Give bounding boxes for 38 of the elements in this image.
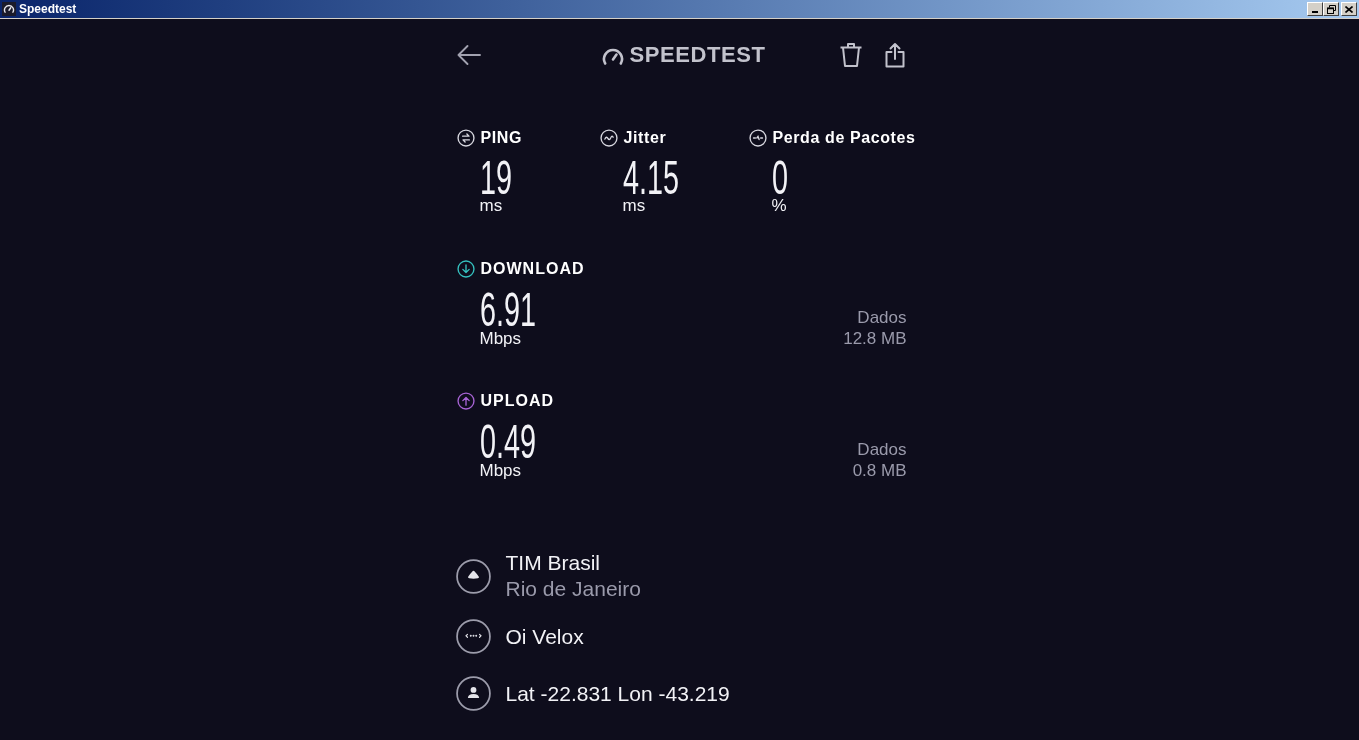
data-label: Dados <box>857 307 907 328</box>
minimize-button[interactable] <box>1307 2 1323 16</box>
share-button[interactable] <box>884 42 905 68</box>
detail-subtitle: Rio de Janeiro <box>505 576 641 602</box>
delete-button[interactable] <box>838 42 863 68</box>
metric-label: Jitter <box>623 130 667 146</box>
data-amount: 0.8 MB <box>852 460 907 481</box>
speed-value: 0.49 <box>479 420 536 464</box>
logo-text: SPEEDTEST <box>629 44 766 66</box>
metric-label: Perda de Pacotes <box>772 130 916 146</box>
speed-label: UPLOAD <box>480 393 555 409</box>
data-label: Dados <box>857 439 907 460</box>
dots-icon <box>455 619 491 654</box>
detail-title: TIM Brasil <box>505 550 600 576</box>
speed-unit: Mbps <box>479 329 522 349</box>
pulse-icon <box>748 129 767 147</box>
close-icon <box>1345 5 1353 13</box>
detail-title: Oi Velox <box>505 623 584 650</box>
speed-value: 6.91 <box>479 288 536 332</box>
restore-icon <box>1326 4 1336 14</box>
wave-icon <box>599 129 618 147</box>
swap-arrows-icon <box>456 129 475 147</box>
detail-title: Lat -22.831 Lon -43.219 <box>505 680 730 707</box>
person-icon <box>455 676 491 711</box>
speed-unit: Mbps <box>479 461 522 481</box>
speed-label: DOWNLOAD <box>480 261 585 277</box>
restore-button[interactable] <box>1323 2 1339 16</box>
share-icon <box>884 42 905 68</box>
minimize-icon <box>1312 11 1318 13</box>
window-title: Speedtest <box>19 3 77 15</box>
dome-icon <box>455 558 491 594</box>
data-amount: 12.8 MB <box>843 328 907 349</box>
close-button[interactable] <box>1341 2 1357 16</box>
trash-icon <box>838 42 863 68</box>
back-arrow-icon <box>455 44 482 66</box>
app-icon <box>2 2 16 16</box>
back-button[interactable] <box>455 43 482 67</box>
metric-label: PING <box>480 130 523 146</box>
